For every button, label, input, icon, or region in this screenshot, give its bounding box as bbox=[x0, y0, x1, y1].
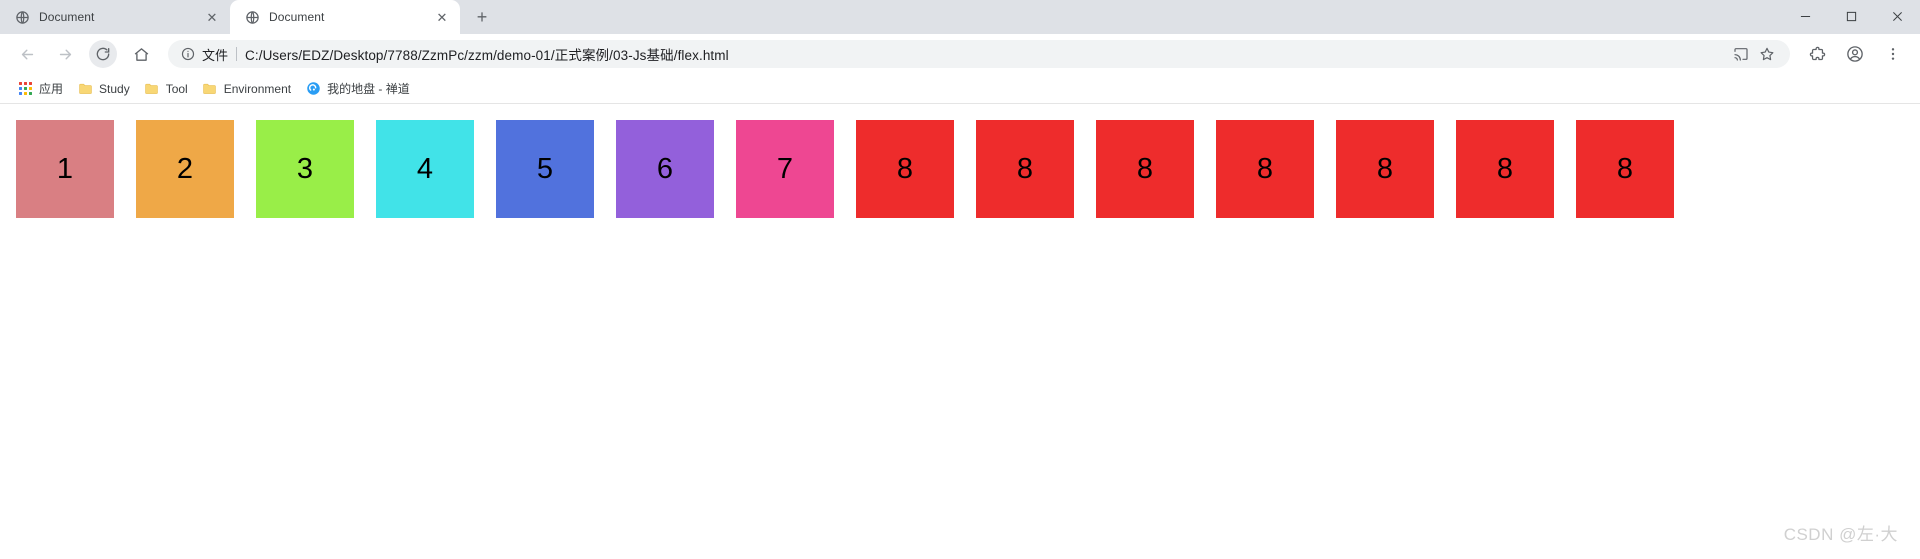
browser-window: Document ✕ Document ✕ + 文件 C:/Users/EDZ/… bbox=[0, 0, 1920, 559]
url-scheme-label: 文件 bbox=[202, 47, 229, 63]
flex-item: 8 bbox=[1576, 120, 1674, 218]
close-window-button[interactable] bbox=[1874, 0, 1920, 32]
bookmark-zentao[interactable]: 我的地盘 - 禅道 bbox=[298, 78, 417, 100]
flex-item: 8 bbox=[1096, 120, 1194, 218]
bookmark-study[interactable]: Study bbox=[70, 78, 137, 100]
tab-strip: Document ✕ Document ✕ + bbox=[0, 0, 1920, 34]
flex-item: 8 bbox=[1336, 120, 1434, 218]
bookmark-apps[interactable]: 应用 bbox=[10, 78, 70, 100]
tab-document-1[interactable]: Document ✕ bbox=[0, 0, 230, 34]
flex-item: 4 bbox=[376, 120, 474, 218]
flex-item: 8 bbox=[976, 120, 1074, 218]
close-icon[interactable]: ✕ bbox=[204, 9, 220, 25]
tab-title: Document bbox=[39, 10, 95, 24]
forward-button[interactable] bbox=[51, 40, 79, 68]
flex-item: 8 bbox=[856, 120, 954, 218]
bookmark-environment[interactable]: Environment bbox=[195, 78, 298, 100]
flex-item: 3 bbox=[256, 120, 354, 218]
flex-container: 12345678888888 bbox=[16, 120, 1904, 218]
home-button[interactable] bbox=[127, 40, 155, 68]
address-bar[interactable]: 文件 C:/Users/EDZ/Desktop/7788/ZzmPc/zzm/d… bbox=[168, 40, 1790, 68]
flex-item: 1 bbox=[16, 120, 114, 218]
globe-icon bbox=[14, 9, 30, 25]
bookmark-label: Study bbox=[99, 81, 130, 96]
tab-title: Document bbox=[269, 10, 325, 24]
flex-item: 7 bbox=[736, 120, 834, 218]
bookmark-label: 应用 bbox=[39, 82, 64, 96]
bookmarks-bar: 应用 Study Tool Environment 我的地盘 - 禅道 bbox=[0, 74, 1920, 104]
maximize-button[interactable] bbox=[1828, 0, 1874, 32]
cast-icon[interactable] bbox=[1730, 43, 1752, 65]
tab-document-2[interactable]: Document ✕ bbox=[230, 0, 460, 34]
folder-icon bbox=[202, 81, 218, 97]
flex-item: 5 bbox=[496, 120, 594, 218]
omnibox-divider bbox=[236, 47, 238, 61]
bookmark-label: Tool bbox=[165, 81, 188, 96]
flex-item: 2 bbox=[136, 120, 234, 218]
flex-item: 8 bbox=[1456, 120, 1554, 218]
apps-grid-icon bbox=[17, 81, 33, 97]
bookmark-star-icon[interactable] bbox=[1756, 43, 1778, 65]
reload-button[interactable] bbox=[89, 40, 117, 68]
browser-toolbar: 文件 C:/Users/EDZ/Desktop/7788/ZzmPc/zzm/d… bbox=[0, 34, 1920, 74]
folder-icon bbox=[77, 81, 93, 97]
globe-icon bbox=[244, 9, 260, 25]
extensions-icon[interactable] bbox=[1803, 40, 1831, 68]
bookmark-label: Environment bbox=[223, 81, 292, 96]
flex-item: 8 bbox=[1216, 120, 1314, 218]
bookmark-tool[interactable]: Tool bbox=[137, 78, 195, 100]
flex-item: 6 bbox=[616, 120, 714, 218]
url-text: C:/Users/EDZ/Desktop/7788/ZzmPc/zzm/demo… bbox=[245, 48, 729, 63]
close-icon[interactable]: ✕ bbox=[434, 9, 450, 25]
folder-icon bbox=[144, 81, 160, 97]
csdn-watermark: CSDN @左·大 bbox=[1783, 525, 1898, 544]
window-controls bbox=[1782, 0, 1920, 34]
zentao-icon bbox=[305, 81, 321, 97]
chrome-menu-icon[interactable] bbox=[1879, 40, 1907, 68]
page-content: 12345678888888 CSDN @左·大 bbox=[0, 104, 1920, 559]
bookmark-label: 我的地盘 - 禅道 bbox=[327, 82, 410, 96]
new-tab-button[interactable]: + bbox=[468, 3, 496, 31]
omnibox-actions bbox=[1726, 43, 1778, 65]
info-circle-icon bbox=[180, 46, 196, 62]
minimize-button[interactable] bbox=[1782, 0, 1828, 32]
toolbar-right-actions bbox=[1798, 40, 1912, 68]
profile-avatar-icon[interactable] bbox=[1841, 40, 1869, 68]
back-button[interactable] bbox=[13, 40, 41, 68]
